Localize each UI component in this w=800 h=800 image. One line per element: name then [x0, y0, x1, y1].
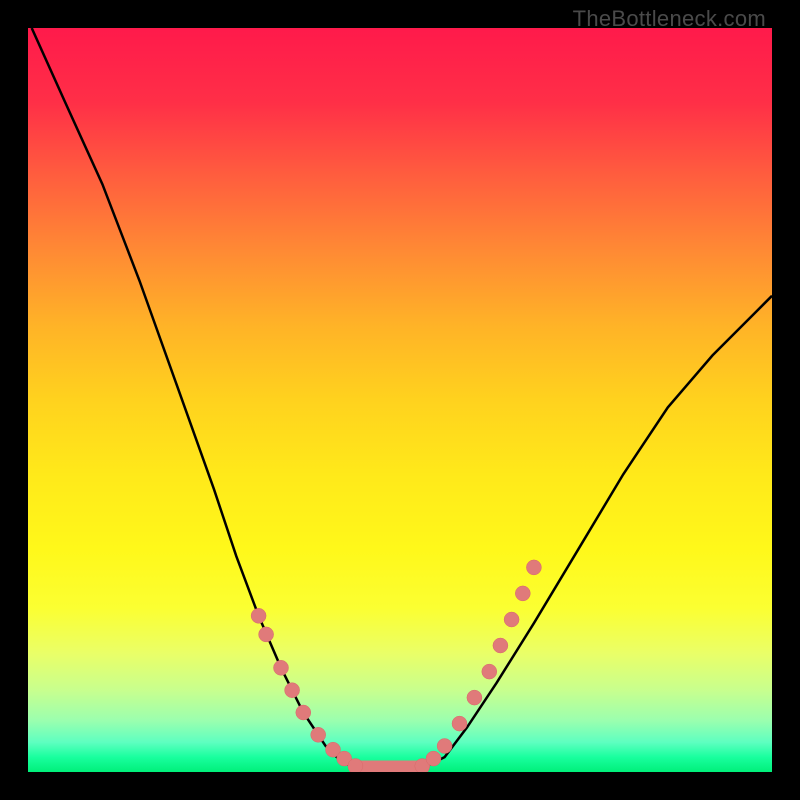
curve-marker: [311, 727, 326, 742]
curve-marker: [526, 560, 541, 575]
curve-marker: [437, 739, 452, 754]
curve-marker: [348, 759, 363, 773]
curve-marker: [251, 608, 266, 623]
watermark-text: TheBottleneck.com: [573, 6, 766, 32]
markers-right-cluster: [415, 560, 542, 772]
curve-marker: [259, 627, 274, 642]
curve-marker: [296, 705, 311, 720]
curve-marker: [285, 683, 300, 698]
curve-marker: [426, 751, 441, 766]
curve-marker: [452, 716, 467, 731]
curve-marker: [493, 638, 508, 653]
curve-marker: [467, 690, 482, 705]
curve-marker: [504, 612, 519, 627]
plot-area: [28, 28, 772, 772]
markers-left-cluster: [251, 608, 363, 772]
curve-marker: [515, 586, 530, 601]
curve-marker: [274, 660, 289, 675]
curve-marker: [482, 664, 497, 679]
chart-frame: TheBottleneck.com: [0, 0, 800, 800]
chart-svg: [28, 28, 772, 772]
curve-left: [32, 28, 356, 768]
